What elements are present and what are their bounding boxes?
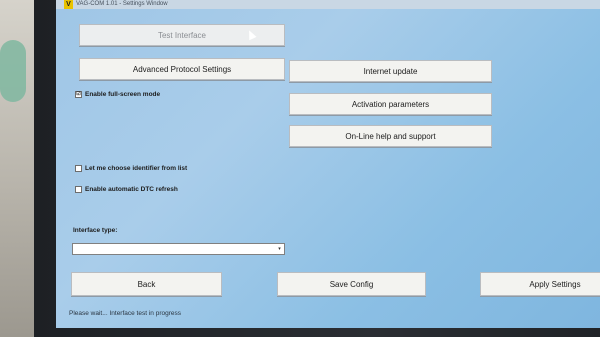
apply-settings-button[interactable]: Apply Settings <box>480 272 600 296</box>
internet-update-button[interactable]: Internet update <box>289 60 492 82</box>
activation-parameters-button[interactable]: Activation parameters <box>289 93 492 115</box>
interface-type-label: Interface type: <box>73 227 118 234</box>
cable <box>0 40 26 102</box>
window-title: VAG-COM 1.01 - Settings Window <box>76 1 168 7</box>
checkbox-box[interactable]: ☑ <box>75 91 82 98</box>
dropdown-arrow-icon[interactable]: ▾ <box>276 245 283 253</box>
app-logo: V <box>64 0 73 9</box>
auto-dtc-label: Enable automatic DTC refresh <box>85 186 178 193</box>
choose-identifier-label: Let me choose identifier from list <box>85 165 188 172</box>
advanced-protocol-settings-button[interactable]: Advanced Protocol Settings <box>79 58 285 80</box>
status-message: Please wait... Interface test in progres… <box>69 310 181 317</box>
checkbox-box[interactable] <box>75 186 82 193</box>
online-help-button[interactable]: On-Line help and support <box>289 125 492 147</box>
interface-type-select[interactable]: ▾ <box>72 243 285 255</box>
fullscreen-label: Enable full-screen mode <box>85 91 161 98</box>
checkbox-box[interactable] <box>75 165 82 172</box>
back-button[interactable]: Back <box>71 272 222 296</box>
fullscreen-checkbox[interactable]: ☑ Enable full-screen mode <box>75 91 160 98</box>
choose-identifier-checkbox[interactable]: Let me choose identifier from list <box>75 165 187 172</box>
save-config-button[interactable]: Save Config <box>277 272 426 296</box>
auto-dtc-checkbox[interactable]: Enable automatic DTC refresh <box>75 186 178 193</box>
settings-window: V VAG-COM 1.01 - Settings Window Test In… <box>56 0 600 328</box>
title-bar: V VAG-COM 1.01 - Settings Window <box>56 0 600 9</box>
